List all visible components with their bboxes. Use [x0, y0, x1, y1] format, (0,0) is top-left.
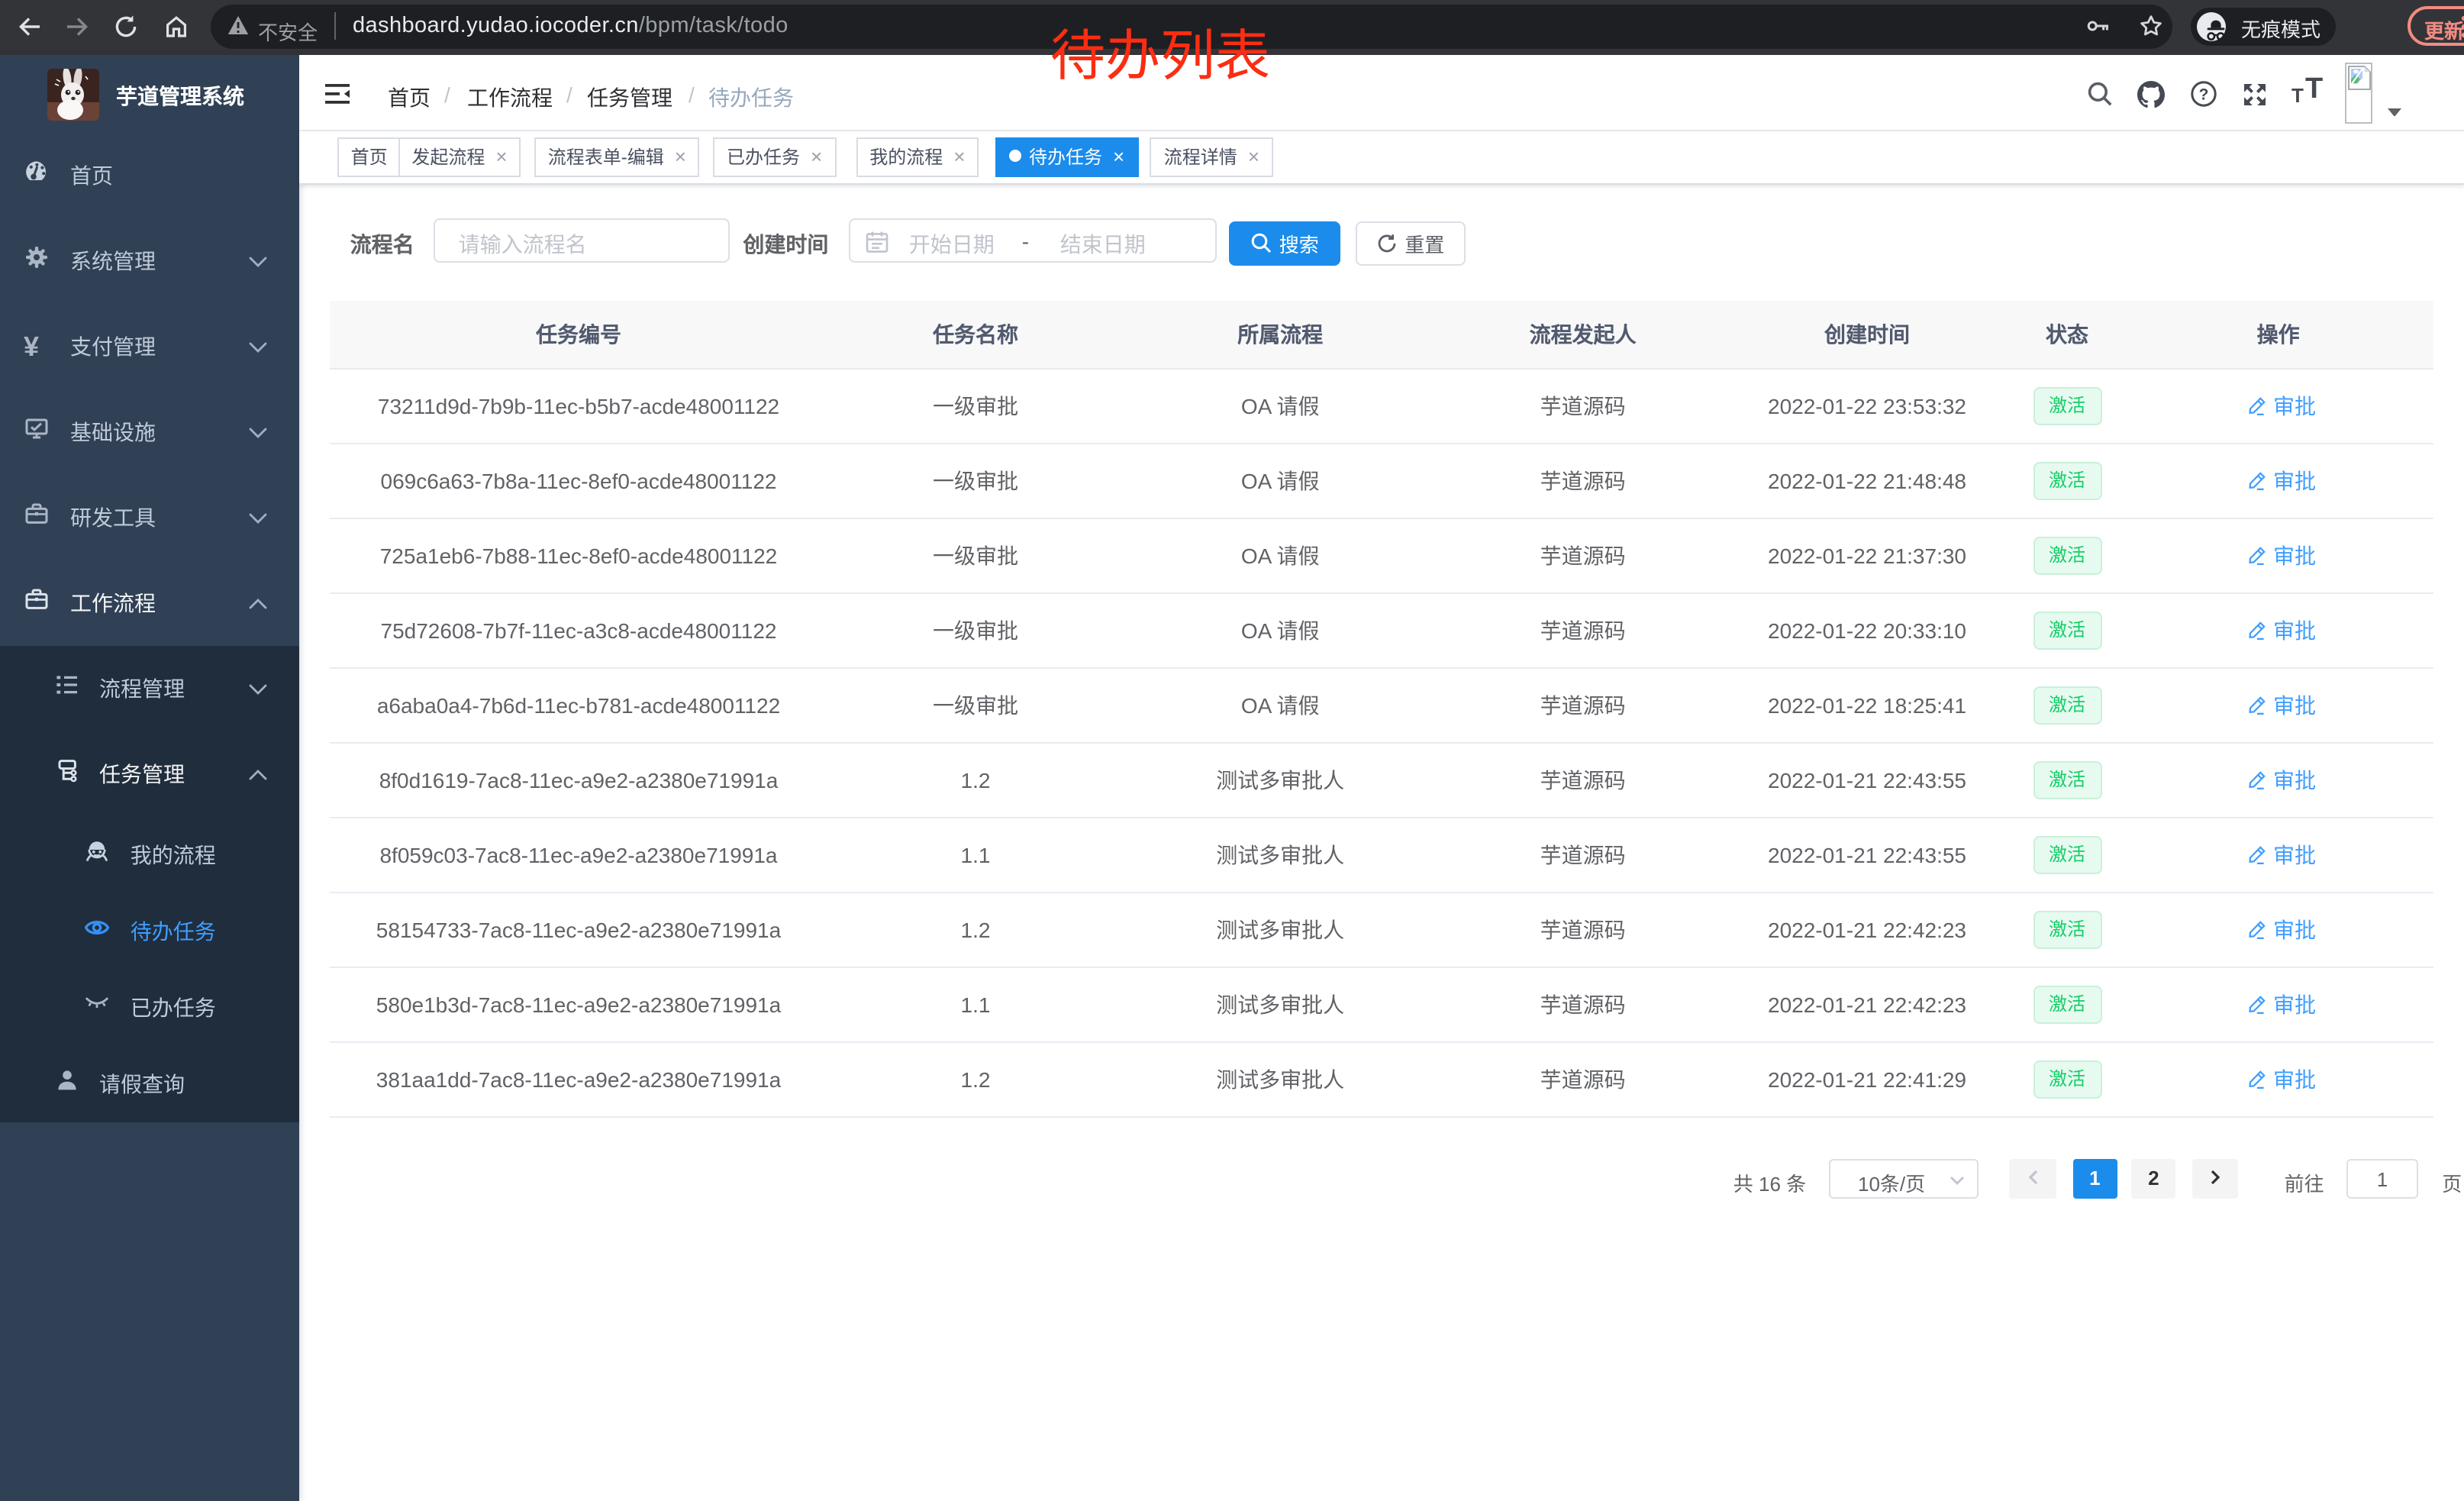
svg-text:?: ?: [2198, 85, 2208, 102]
